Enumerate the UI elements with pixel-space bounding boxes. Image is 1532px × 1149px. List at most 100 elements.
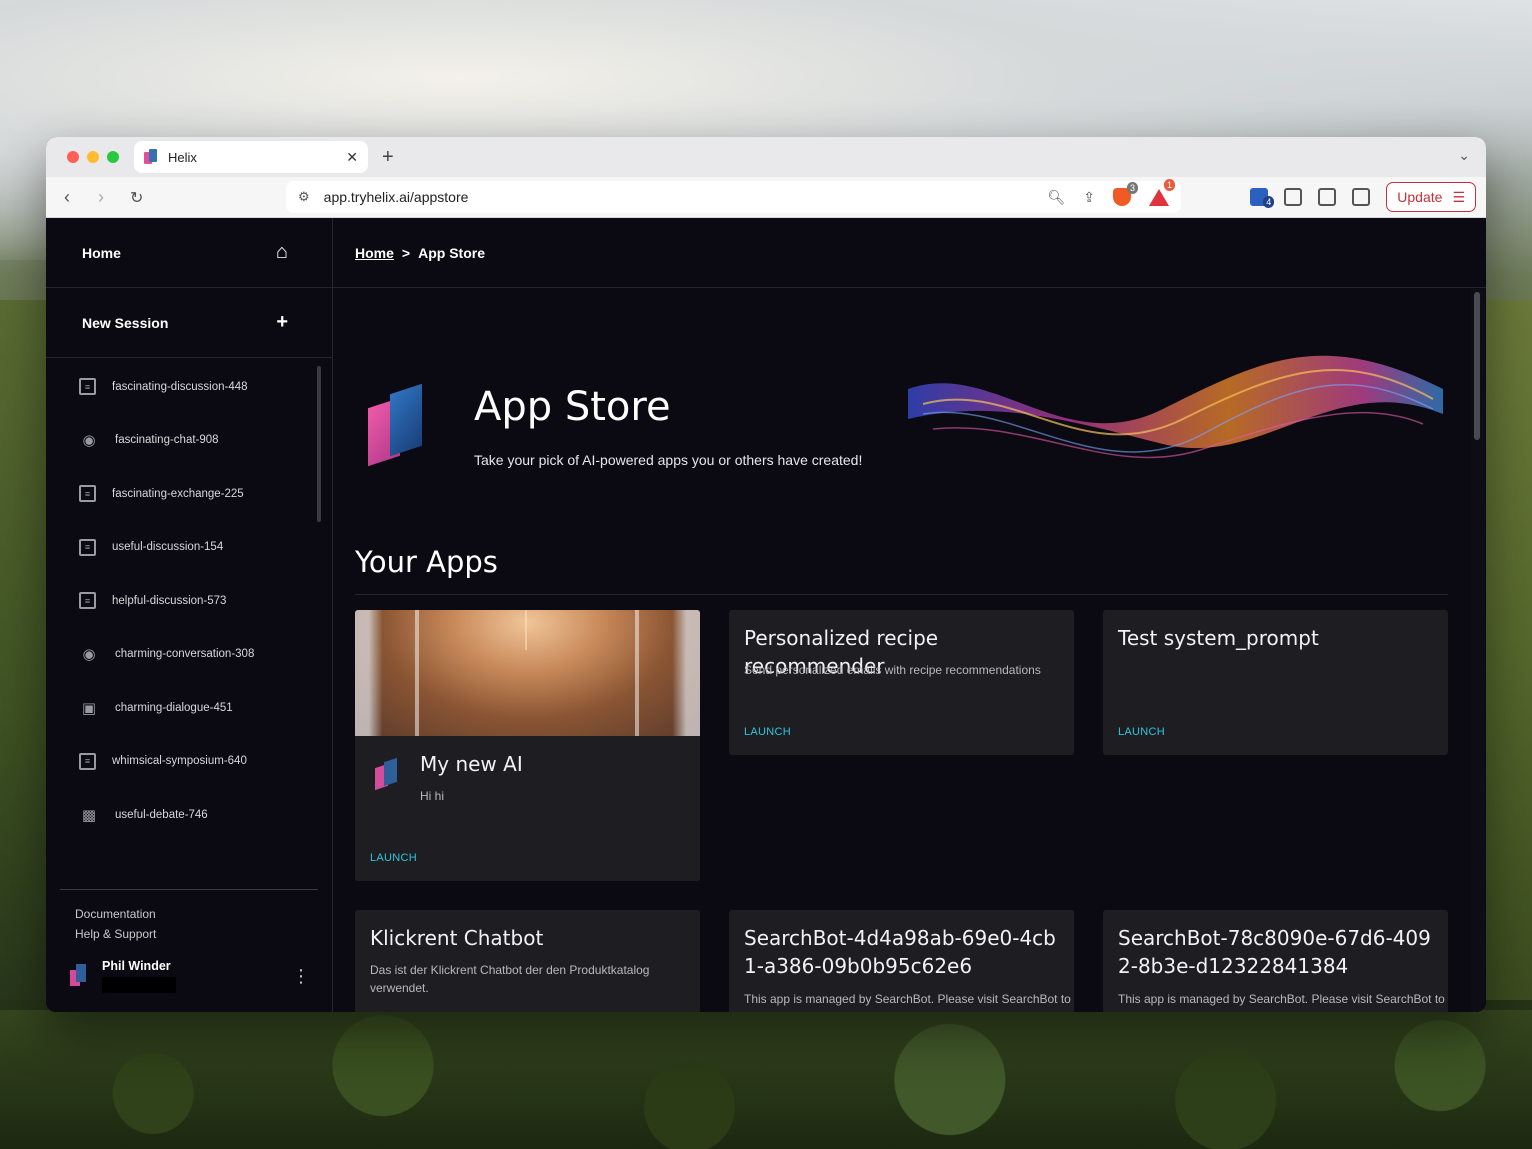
more-vert-icon[interactable]: ⋮ (292, 966, 310, 987)
help-support-link[interactable]: Help & Support (75, 924, 156, 944)
session-label: charming-conversation-308 (115, 648, 255, 661)
close-tab-icon[interactable]: ✕ (346, 149, 358, 166)
session-label: fascinating-discussion-448 (112, 380, 248, 393)
session-label: whimsical-symposium-640 (112, 755, 247, 768)
desktop-trees (0, 1010, 1532, 1149)
session-item[interactable]: ◉ fascinating-chat-908 (46, 414, 316, 468)
helix-logo-icon (368, 381, 428, 467)
update-button[interactable]: Update ☰ (1386, 182, 1476, 212)
session-label: useful-debate-746 (115, 808, 208, 821)
brave-rewards-icon[interactable]: 1 (1149, 178, 1175, 206)
main-scrollbar[interactable] (1474, 292, 1480, 440)
app-card-description: This app is managed by SearchBot. Please… (744, 992, 1071, 1006)
session-item[interactable]: ≡ whimsical-symposium-640 (46, 735, 316, 789)
close-window-button[interactable] (67, 151, 79, 163)
site-settings-icon[interactable]: ⚙ (298, 189, 310, 205)
app-card-description: Send personalized emails with recipe rec… (744, 663, 1041, 677)
reload-icon[interactable]: ↻ (130, 188, 143, 208)
hero-banner: App Store Take your pick of AI-powered a… (333, 289, 1471, 529)
session-item[interactable]: ▩ useful-debate-746 (46, 788, 316, 842)
page-title: App Store (474, 384, 671, 430)
app-card[interactable]: Klickrent Chatbot Das ist der Klickrent … (355, 910, 700, 1012)
app-card-title: My new AI (420, 752, 523, 776)
session-item[interactable]: ≡ fascinating-discussion-448 (46, 360, 316, 414)
app-card[interactable]: Personalized recipe recommender Send per… (729, 610, 1074, 755)
user-profile[interactable]: Phil Winder ⋮ (70, 956, 310, 996)
sidebar-scrollbar[interactable] (317, 366, 321, 522)
main-panel: Home > App Store App Store Take your pic… (333, 218, 1486, 1012)
session-item[interactable]: ▣ charming-dialogue-451 (46, 681, 316, 735)
plus-icon: + (276, 311, 288, 333)
user-email-redacted (102, 977, 176, 993)
url-text[interactable]: app.tryhelix.ai/appstore (324, 189, 1048, 205)
extensions-puzzle-icon[interactable] (1284, 188, 1303, 206)
app-card[interactable]: SearchBot-4d4a98ab-69e0-4cb1-a386-09b0b9… (729, 910, 1074, 1012)
session-list: ≡ fascinating-discussion-448 ◉ fascinating… (46, 360, 316, 890)
tab-title: Helix (168, 149, 197, 165)
back-icon[interactable]: ‹ (64, 187, 70, 208)
text-session-icon: ≡ (79, 752, 96, 770)
session-item[interactable]: ◉ charming-conversation-308 (46, 628, 316, 682)
text-session-icon: ≡ (79, 592, 96, 610)
menu-icon: ☰ (1452, 188, 1465, 205)
session-label: fascinating-chat-908 (115, 434, 219, 447)
share-icon[interactable]: ⇪ (1083, 189, 1095, 206)
sidebar-toggle-icon[interactable] (1318, 188, 1337, 206)
maximize-window-button[interactable] (107, 151, 119, 163)
new-session-label: New Session (82, 314, 169, 331)
wallet-icon[interactable] (1352, 188, 1371, 206)
session-item[interactable]: ≡ helpful-discussion-573 (46, 574, 316, 628)
launch-button[interactable]: LAUNCH (1118, 726, 1165, 738)
section-divider (355, 594, 1448, 595)
new-tab-icon[interactable]: + (382, 146, 394, 169)
helix-favicon-icon (144, 149, 158, 165)
user-name: Phil Winder (102, 959, 171, 973)
app-card[interactable]: My new AI Hi hi LAUNCH (355, 610, 700, 881)
session-item[interactable]: ≡ useful-discussion-154 (46, 521, 316, 575)
tab-bar: Helix ✕ + ⌄ (46, 137, 1486, 177)
session-label: useful-discussion-154 (112, 541, 224, 554)
zoom-icon[interactable]: 🔍︎ (1047, 189, 1065, 206)
session-label: charming-dialogue-451 (115, 701, 233, 714)
breadcrumb-current: App Store (418, 244, 485, 261)
helix-app: Home ⌂ New Session + ≡ fascinating-discus… (46, 218, 1486, 1012)
finetune-session-icon: ◉ (82, 646, 96, 664)
launch-button[interactable]: LAUNCH (744, 726, 791, 738)
breadcrumb: Home > App Store (333, 218, 1486, 288)
app-card-title: Klickrent Chatbot (370, 926, 544, 950)
home-label: Home (82, 244, 121, 261)
brave-shield-icon[interactable]: 3 (1113, 182, 1138, 206)
text-session-icon: ≡ (79, 485, 96, 503)
app-card-title: Test system_prompt (1118, 626, 1319, 650)
app-card-description: This app is managed by SearchBot. Please… (1118, 992, 1445, 1006)
browser-window: Helix ✕ + ⌄ ‹ › ↻ ⚙ app.tryhelix.ai/apps… (46, 137, 1486, 1012)
documentation-link[interactable]: Documentation (75, 904, 156, 924)
sidebar-links: Documentation Help & Support (75, 904, 156, 944)
session-item[interactable]: ≡ fascinating-exchange-225 (46, 467, 316, 521)
launch-button[interactable]: LAUNCH (370, 852, 417, 864)
extension-icon[interactable]: 4 (1250, 188, 1275, 208)
address-bar[interactable]: ⚙ app.tryhelix.ai/appstore 🔍︎ ⇪ 3 1 (286, 178, 1181, 213)
hero-wave-graphic (908, 355, 1443, 459)
window-controls (67, 151, 119, 163)
app-card-title: SearchBot-78c8090e-67d6-4092-8b3e-d12322… (1118, 926, 1431, 978)
app-store-content: App Store Take your pick of AI-powered a… (333, 289, 1471, 1012)
update-label: Update (1397, 189, 1443, 205)
browser-tab[interactable]: Helix ✕ (134, 141, 368, 173)
app-card[interactable]: SearchBot-78c8090e-67d6-4092-8b3e-d12322… (1103, 910, 1448, 1012)
session-label: helpful-discussion-573 (112, 594, 227, 607)
breadcrumb-home-link[interactable]: Home (355, 245, 394, 261)
forward-icon[interactable]: › (98, 187, 104, 208)
section-title: Your Apps (355, 545, 498, 579)
app-card[interactable]: Test system_prompt LAUNCH (1103, 610, 1448, 755)
tab-list-chevron-icon[interactable]: ⌄ (1458, 147, 1470, 164)
sidebar: Home ⌂ New Session + ≡ fascinating-discus… (46, 218, 333, 1012)
image-session-icon: ▩ (81, 806, 97, 824)
sidebar-new-session[interactable]: New Session + (46, 288, 332, 358)
shield-badge: 3 (1126, 182, 1138, 194)
sidebar-home[interactable]: Home ⌂ (46, 218, 332, 288)
minimize-window-button[interactable] (87, 151, 99, 163)
app-card-description: Das ist der Klickrent Chatbot der den Pr… (370, 963, 650, 995)
text-session-icon: ≡ (79, 378, 96, 396)
extension-badge: 4 (1263, 196, 1275, 208)
